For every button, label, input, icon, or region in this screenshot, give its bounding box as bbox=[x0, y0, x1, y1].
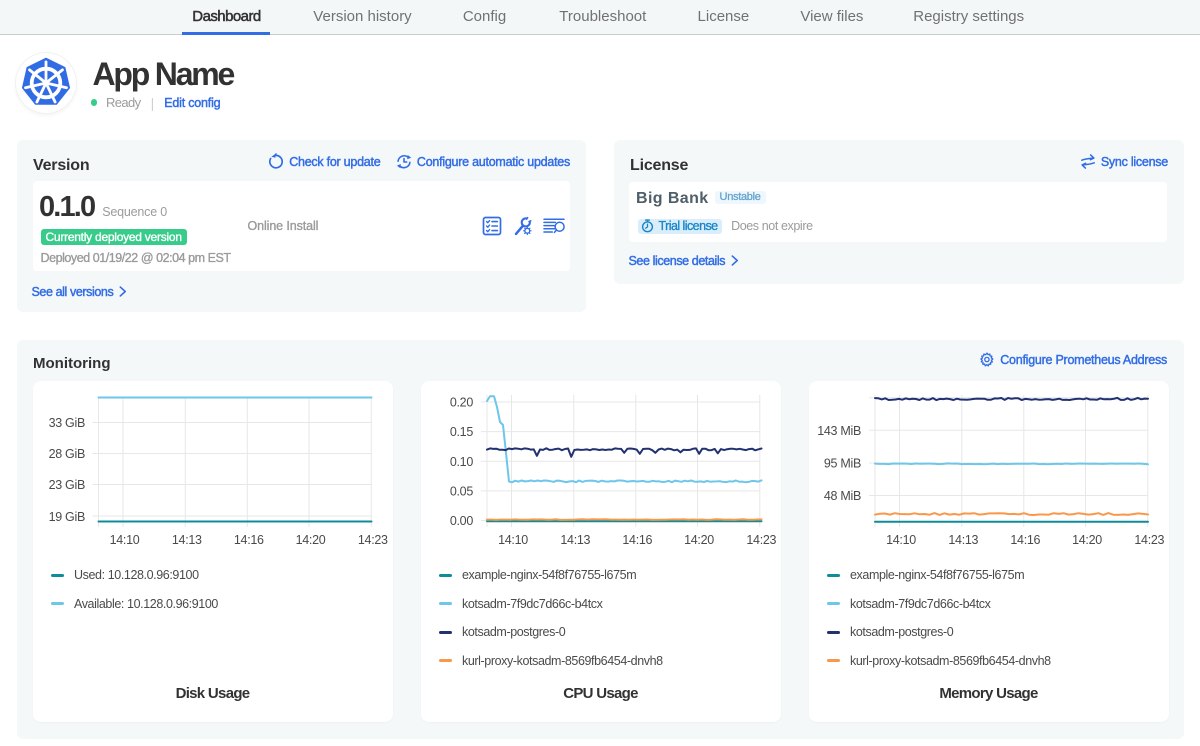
svg-text:0.00: 0.00 bbox=[449, 514, 472, 528]
svg-text:95 MiB: 95 MiB bbox=[823, 457, 860, 471]
svg-text:14:16: 14:16 bbox=[1010, 533, 1040, 547]
svg-text:48 MiB: 48 MiB bbox=[823, 489, 860, 503]
svg-text:14:23: 14:23 bbox=[746, 533, 776, 547]
svg-text:33 GiB: 33 GiB bbox=[48, 416, 84, 430]
svg-text:143 MiB: 143 MiB bbox=[817, 424, 861, 438]
svg-text:14:20: 14:20 bbox=[295, 533, 325, 547]
svg-text:14:23: 14:23 bbox=[357, 533, 387, 547]
svg-text:14:10: 14:10 bbox=[498, 533, 528, 547]
svg-text:0.15: 0.15 bbox=[449, 425, 472, 439]
svg-text:28 GiB: 28 GiB bbox=[48, 447, 84, 461]
svg-text:14:10: 14:10 bbox=[109, 533, 139, 547]
svg-text:23 GiB: 23 GiB bbox=[48, 478, 84, 492]
svg-text:0.10: 0.10 bbox=[449, 455, 472, 469]
svg-text:0.20: 0.20 bbox=[449, 396, 472, 410]
svg-text:14:16: 14:16 bbox=[622, 533, 652, 547]
svg-text:14:13: 14:13 bbox=[560, 533, 590, 547]
svg-text:0.05: 0.05 bbox=[449, 484, 472, 498]
svg-text:14:20: 14:20 bbox=[1072, 533, 1102, 547]
svg-text:14:10: 14:10 bbox=[886, 533, 916, 547]
svg-text:14:20: 14:20 bbox=[684, 533, 714, 547]
svg-text:14:13: 14:13 bbox=[948, 533, 978, 547]
svg-text:14:16: 14:16 bbox=[233, 533, 263, 547]
svg-text:19 GiB: 19 GiB bbox=[48, 510, 84, 524]
svg-text:14:23: 14:23 bbox=[1134, 533, 1164, 547]
svg-text:14:13: 14:13 bbox=[171, 533, 201, 547]
